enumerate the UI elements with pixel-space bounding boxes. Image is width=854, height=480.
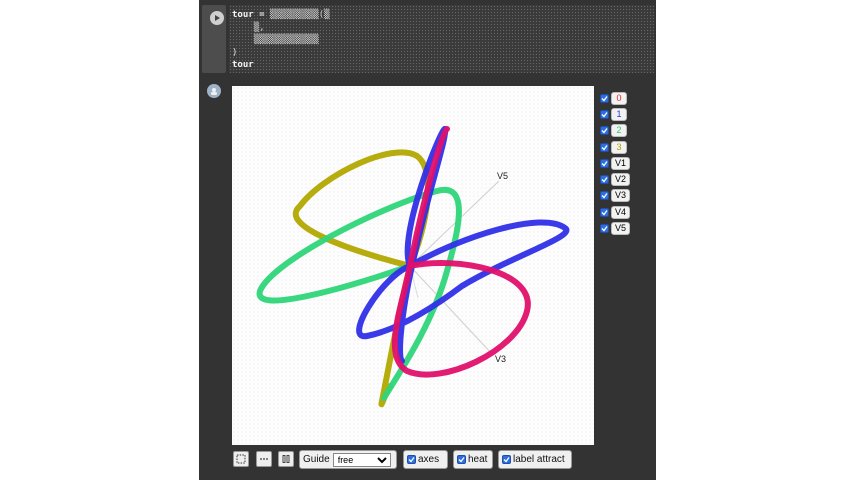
legend-label: V3	[611, 189, 631, 203]
grid-dots-icon	[260, 458, 268, 460]
legend-item[interactable]: 3	[600, 139, 640, 155]
guide-label: Guide	[303, 454, 330, 465]
legend-item[interactable]: V2	[600, 171, 640, 187]
checkbox-checked-icon[interactable]	[600, 93, 609, 103]
guide-selector: Guide free	[299, 450, 397, 469]
legend-item[interactable]: V5	[600, 220, 640, 236]
checkbox-checked-icon[interactable]	[502, 455, 511, 464]
legend-item[interactable]: V1	[600, 155, 640, 171]
brush-tool-button[interactable]	[256, 451, 272, 467]
legend-label: V5	[611, 222, 631, 236]
checkbox-checked-icon[interactable]	[600, 158, 609, 168]
legend-item[interactable]: 1	[600, 106, 640, 122]
legend-label: 2	[611, 124, 627, 138]
checkbox-checked-icon[interactable]	[600, 109, 609, 119]
legend-label: V1	[611, 156, 631, 170]
tour-projection-svg: V5 V3	[256, 125, 570, 408]
heat-toggle[interactable]: heat	[453, 450, 493, 469]
tour-toolbar: Guide free axes heat label attract	[233, 450, 633, 470]
code-line-1: tour =	[232, 10, 270, 20]
heat-label: heat	[468, 454, 488, 465]
axes-label: axes	[418, 454, 440, 465]
legend-label: 1	[611, 107, 627, 121]
legend-label: V2	[611, 173, 631, 187]
output-indicator-icon	[207, 84, 221, 98]
guide-select[interactable]: free	[332, 452, 391, 467]
label-attract-toggle[interactable]: label attract	[498, 450, 572, 469]
code-line-4: )	[232, 47, 238, 58]
run-cell-button[interactable]	[210, 11, 224, 25]
tour-plot-canvas[interactable]: V5 V3	[232, 86, 594, 445]
legend-item[interactable]: V3	[600, 188, 640, 204]
notebook-panel: tour = ▒▒▒▒▒▒▒▒▒(▒ ▒, ▒▒▒▒▒▒▒▒▒▒▒▒ ) tou…	[199, 0, 656, 480]
legend-panel: 0 1 2 3 V1 V2 V3 V4 V5	[600, 90, 640, 237]
checkbox-checked-icon[interactable]	[600, 191, 609, 201]
person-icon	[211, 88, 217, 95]
checkbox-checked-icon[interactable]	[407, 455, 416, 464]
series-curve-blue	[356, 125, 570, 364]
checkbox-checked-icon[interactable]	[457, 455, 466, 464]
checkbox-checked-icon[interactable]	[600, 142, 609, 152]
select-tool-button[interactable]	[233, 451, 249, 467]
legend-item[interactable]: 2	[600, 123, 640, 139]
code-line-1-rest: ▒▒▒▒▒▒▒▒▒(▒	[269, 10, 330, 20]
pause-icon	[282, 455, 290, 463]
code-line-5: tour	[232, 60, 254, 70]
legend-label: V4	[611, 205, 631, 219]
checkbox-checked-icon[interactable]	[600, 175, 609, 185]
play-icon	[215, 15, 220, 21]
marquee-select-icon	[236, 454, 246, 464]
axis-label-v5: V5	[497, 171, 508, 181]
legend-item[interactable]: 0	[600, 90, 640, 106]
checkbox-checked-icon[interactable]	[600, 126, 609, 136]
cell-gutter	[202, 5, 226, 73]
pause-button[interactable]	[278, 451, 294, 467]
label-attract-label: label attract	[513, 454, 565, 465]
series-curve-green	[256, 186, 462, 401]
series-curve-red	[391, 126, 531, 378]
legend-item[interactable]: V4	[600, 204, 640, 220]
legend-label: 0	[611, 91, 627, 105]
checkbox-checked-icon[interactable]	[600, 207, 609, 217]
checkbox-checked-icon[interactable]	[600, 224, 609, 234]
code-line-3-rest: ▒▒▒▒▒▒▒▒▒▒▒▒	[253, 35, 319, 45]
axis-label-v3: V3	[495, 354, 506, 364]
legend-label: 3	[611, 140, 627, 154]
axes-toggle[interactable]: axes	[403, 450, 448, 469]
code-editor[interactable]: tour = ▒▒▒▒▒▒▒▒▒(▒ ▒, ▒▒▒▒▒▒▒▒▒▒▒▒ ) tou…	[229, 5, 654, 73]
code-line-2-rest: ▒,	[253, 22, 265, 33]
